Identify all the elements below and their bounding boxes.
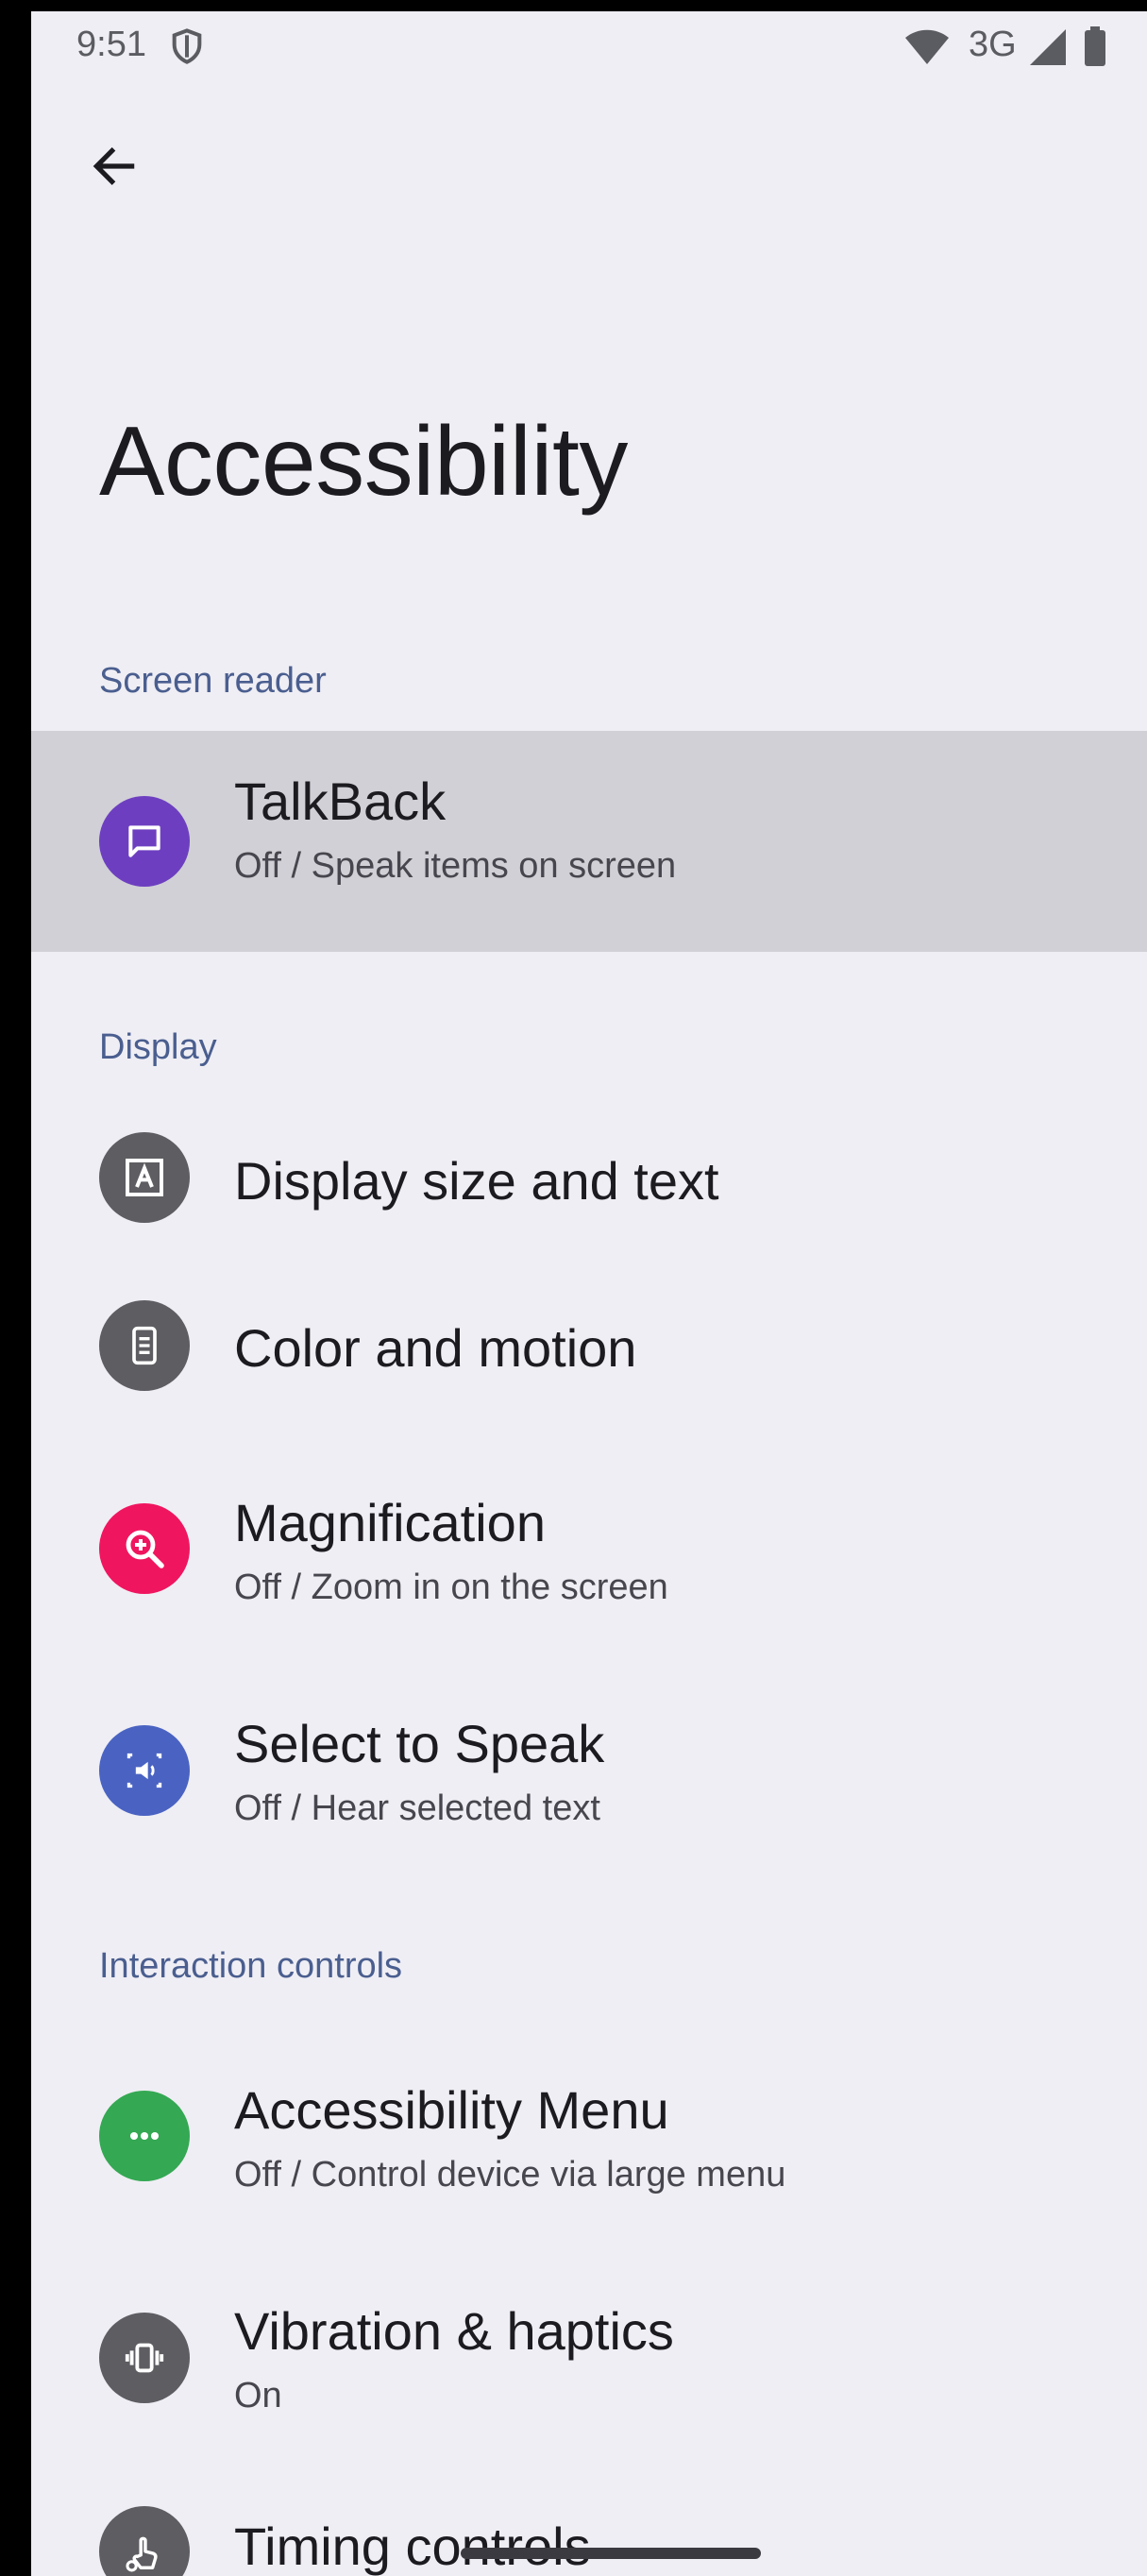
setting-item-color-and-motion[interactable]: Color and motion: [31, 1263, 1147, 1424]
setting-item-display-size-and-text[interactable]: Display size and text: [31, 1095, 1147, 1256]
vibration-icon: [99, 2313, 190, 2403]
section-header-screen-reader: Screen reader: [99, 661, 327, 701]
talkback-icon: [99, 796, 190, 887]
settings-screen: 9:51 3G Accessibility Screen reader Talk…: [31, 11, 1147, 2576]
setting-title: Accessibility Menu: [234, 2080, 669, 2140]
wifi-icon: [905, 29, 949, 64]
network-type: 3G: [969, 25, 1017, 64]
setting-title: Color and motion: [234, 1318, 637, 1378]
phone-display-icon: [99, 1300, 190, 1391]
setting-title: Magnification: [234, 1493, 546, 1552]
select-to-speak-icon: [99, 1725, 190, 1816]
setting-title: Display size and text: [234, 1151, 719, 1211]
setting-subtitle: Off / Zoom in on the screen: [234, 1568, 668, 1607]
setting-item-select-to-speak[interactable]: Select to Speak Off / Hear selected text: [31, 1652, 1147, 1866]
status-bar: 9:51 3G: [31, 11, 1147, 79]
setting-item-accessibility-menu[interactable]: Accessibility Menu Off / Control device …: [31, 2019, 1147, 2232]
home-indicator[interactable]: [461, 2548, 761, 2559]
setting-subtitle: Off / Control device via large menu: [234, 2155, 786, 2195]
setting-subtitle: Off / Hear selected text: [234, 1788, 600, 1828]
section-header-display: Display: [99, 1027, 217, 1067]
back-button[interactable]: [76, 128, 152, 204]
setting-item-talkback[interactable]: TalkBack Off / Speak items on screen: [31, 731, 1147, 952]
zoom-in-icon: [99, 1503, 190, 1594]
setting-item-vibration-haptics[interactable]: Vibration & haptics On: [31, 2240, 1147, 2453]
setting-title: TalkBack: [234, 771, 447, 831]
setting-title: Select to Speak: [234, 1714, 605, 1773]
setting-subtitle: On: [234, 2376, 282, 2415]
text-format-icon: [99, 1132, 190, 1223]
page-title: Accessibility: [99, 407, 628, 517]
arrow-back-icon: [93, 147, 135, 185]
signal-icon: [1030, 29, 1066, 65]
section-header-interaction-controls: Interaction controls: [99, 1946, 403, 1986]
status-time: 9:51: [76, 25, 146, 64]
setting-subtitle: Off / Speak items on screen: [234, 846, 677, 886]
more-horiz-icon: [99, 2091, 190, 2181]
battery-icon: [1085, 26, 1105, 66]
setting-title: Vibration & haptics: [234, 2301, 674, 2361]
touch-timer-icon: [99, 2506, 190, 2576]
setting-title: Timing controls: [234, 2517, 591, 2576]
setting-item-magnification[interactable]: Magnification Off / Zoom in on the scree…: [31, 1432, 1147, 1645]
shield-icon: [172, 28, 202, 64]
